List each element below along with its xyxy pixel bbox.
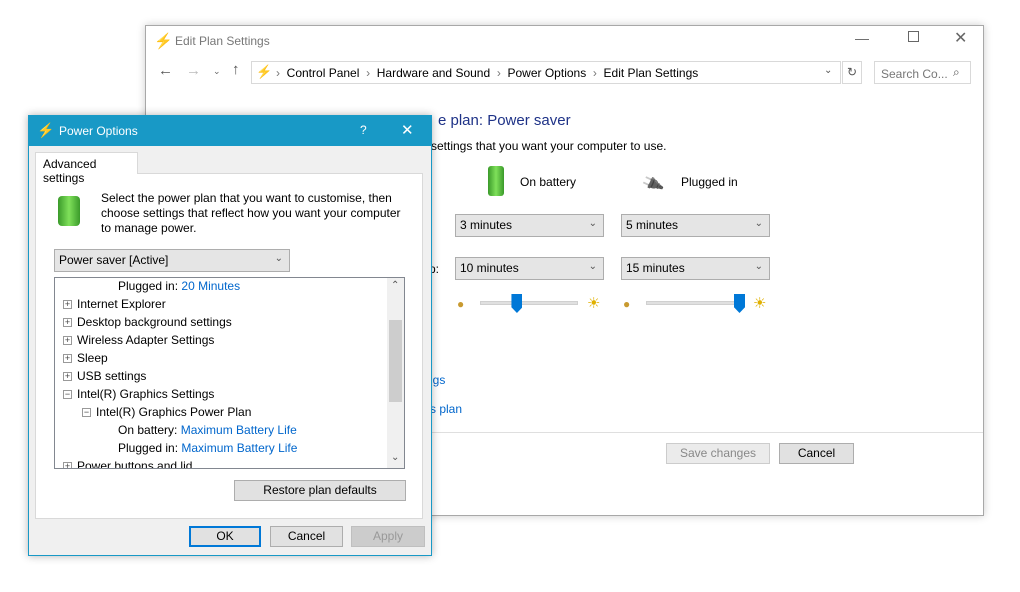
tree-item-value[interactable]: 20 Minutes bbox=[181, 279, 240, 293]
breadcrumb-item[interactable]: Edit Plan Settings bbox=[604, 66, 699, 80]
plugged-in-header: Plugged in bbox=[681, 175, 738, 189]
brightness-bright-icon: ☀ bbox=[753, 295, 767, 312]
dialog-title-bar: ⚡ Power Options ? ✕ bbox=[29, 116, 431, 146]
tree-item-label: Wireless Adapter Settings bbox=[77, 333, 215, 347]
tree-item-value[interactable]: Maximum Battery Life bbox=[181, 423, 297, 437]
tree-item[interactable]: − Intel(R) Graphics Power Plan bbox=[82, 405, 251, 423]
plug-icon: 🔌 bbox=[640, 173, 666, 196]
control-panel-icon: ⚡ bbox=[256, 64, 273, 79]
power-icon: ⚡ bbox=[37, 122, 55, 138]
battery-icon bbox=[488, 166, 504, 196]
maximize-button[interactable] bbox=[908, 31, 919, 42]
up-button[interactable]: ↑ bbox=[232, 61, 240, 78]
expand-icon[interactable]: + bbox=[63, 300, 72, 310]
tree-item-label: Sleep bbox=[77, 351, 108, 365]
tree-item-label: Intel(R) Graphics Settings bbox=[77, 387, 215, 401]
scroll-down-icon[interactable]: ⌄ bbox=[391, 452, 399, 463]
save-changes-button[interactable]: Save changes bbox=[666, 443, 770, 464]
scroll-up-icon[interactable]: ⌃ bbox=[391, 280, 399, 291]
address-dropdown-icon[interactable]: ⌄ bbox=[824, 65, 832, 76]
tree-item-label: Desktop background settings bbox=[77, 315, 232, 329]
breadcrumb-item[interactable]: Hardware and Sound bbox=[377, 66, 490, 80]
plan-select[interactable]: Power saver [Active] ⌄ bbox=[54, 249, 290, 272]
minimize-button[interactable]: — bbox=[855, 30, 869, 46]
sleep-plugged-select[interactable]: 15 minutes ⌄ bbox=[621, 257, 770, 280]
tree-item-label: Plugged in: bbox=[118, 441, 179, 455]
close-button[interactable]: ✕ bbox=[954, 28, 967, 48]
cancel-button[interactable]: Cancel bbox=[779, 443, 854, 464]
brightness-plugged-slider[interactable] bbox=[646, 294, 745, 313]
scrollbar[interactable]: ⌃ ⌄ bbox=[387, 278, 404, 468]
cancel-button[interactable]: Cancel bbox=[270, 526, 343, 547]
breadcrumb-item[interactable]: Control Panel bbox=[287, 66, 360, 80]
close-button[interactable]: ✕ bbox=[401, 121, 414, 139]
tab-panel: Select the power plan that you want to c… bbox=[35, 173, 423, 519]
dialog-title: Power Options bbox=[59, 124, 138, 138]
tree-item[interactable]: Plugged in: Maximum Battery Life bbox=[118, 441, 297, 459]
tree-item[interactable]: + Sleep bbox=[63, 351, 108, 369]
tree-item-label: Internet Explorer bbox=[77, 297, 166, 311]
tree-item-value[interactable]: Maximum Battery Life bbox=[181, 441, 297, 455]
display-off-battery-select[interactable]: 3 minutes ⌄ bbox=[455, 214, 604, 237]
window-title: Edit Plan Settings bbox=[175, 34, 270, 48]
page-subtitle: settings that you want your computer to … bbox=[431, 139, 667, 153]
collapse-icon[interactable]: − bbox=[82, 408, 91, 418]
tree-item[interactable]: + Internet Explorer bbox=[63, 297, 166, 315]
tree-item[interactable]: + Desktop background settings bbox=[63, 315, 232, 333]
power-icon: ⚡ bbox=[154, 33, 173, 50]
search-placeholder: Search Co... bbox=[881, 67, 948, 81]
breadcrumb: › Control Panel › Hardware and Sound › P… bbox=[276, 66, 699, 80]
power-options-dialog: ⚡ Power Options ? ✕ Advanced settings Se… bbox=[28, 115, 432, 556]
display-off-plugged-select[interactable]: 5 minutes ⌄ bbox=[621, 214, 770, 237]
on-battery-header: On battery bbox=[520, 175, 577, 189]
dialog-description: Select the power plan that you want to c… bbox=[101, 191, 401, 235]
help-button[interactable]: ? bbox=[360, 123, 367, 137]
brightness-dim-icon: ● bbox=[457, 297, 465, 311]
address-bar[interactable]: ⚡ › Control Panel › Hardware and Sound ›… bbox=[251, 61, 841, 84]
page-title: e plan: Power saver bbox=[438, 112, 571, 129]
collapse-icon[interactable]: − bbox=[63, 390, 72, 400]
expand-icon[interactable]: + bbox=[63, 336, 72, 346]
tree-item-label: On battery: bbox=[118, 423, 178, 437]
expand-icon[interactable]: + bbox=[63, 462, 72, 468]
apply-button[interactable]: Apply bbox=[351, 526, 425, 547]
tree-item-label: Intel(R) Graphics Power Plan bbox=[96, 405, 252, 419]
expand-icon[interactable]: + bbox=[63, 318, 72, 328]
brightness-bright-icon: ☀ bbox=[587, 295, 601, 312]
recent-dropdown[interactable]: ⌄ bbox=[213, 66, 221, 77]
search-icon: ⌕ bbox=[953, 65, 960, 79]
tree-item[interactable]: On battery: Maximum Battery Life bbox=[118, 423, 297, 441]
sleep-battery-select[interactable]: 10 minutes ⌄ bbox=[455, 257, 604, 280]
slider-thumb[interactable] bbox=[511, 294, 523, 313]
expand-icon[interactable]: + bbox=[63, 372, 72, 382]
tree-item[interactable]: − Intel(R) Graphics Settings bbox=[63, 387, 214, 405]
search-input[interactable]: Search Co... ⌕ bbox=[874, 61, 971, 84]
restore-plan-defaults-button[interactable]: Restore plan defaults bbox=[234, 480, 406, 501]
restore-defaults-link[interactable]: s plan bbox=[430, 402, 462, 416]
tree-item-label: Plugged in: bbox=[118, 279, 179, 293]
expand-icon[interactable]: + bbox=[63, 354, 72, 364]
ok-button[interactable]: OK bbox=[189, 526, 261, 547]
brightness-dim-icon: ● bbox=[623, 297, 631, 311]
slider-thumb[interactable] bbox=[734, 294, 745, 313]
settings-tree[interactable]: Plugged in: 20 Minutes + Internet Explorer… bbox=[54, 277, 405, 469]
tree-item[interactable]: + Wireless Adapter Settings bbox=[63, 333, 214, 351]
tree-item[interactable]: Plugged in: 20 Minutes bbox=[118, 279, 240, 297]
scrollbar-thumb[interactable] bbox=[389, 320, 402, 402]
forward-button[interactable]: → bbox=[186, 62, 201, 79]
tree-item-label: Power buttons and lid bbox=[77, 459, 193, 469]
refresh-button[interactable]: ↻ bbox=[842, 61, 862, 84]
tree-item[interactable]: + USB settings bbox=[63, 369, 146, 387]
battery-plug-icon bbox=[58, 196, 80, 226]
back-button[interactable]: ← bbox=[158, 62, 173, 79]
tab-advanced-settings[interactable]: Advanced settings bbox=[35, 152, 138, 185]
brightness-battery-slider[interactable] bbox=[480, 294, 578, 313]
tree-item[interactable]: + Power buttons and lid bbox=[63, 459, 193, 469]
tree-item-label: USB settings bbox=[77, 369, 147, 383]
breadcrumb-item[interactable]: Power Options bbox=[508, 66, 587, 80]
